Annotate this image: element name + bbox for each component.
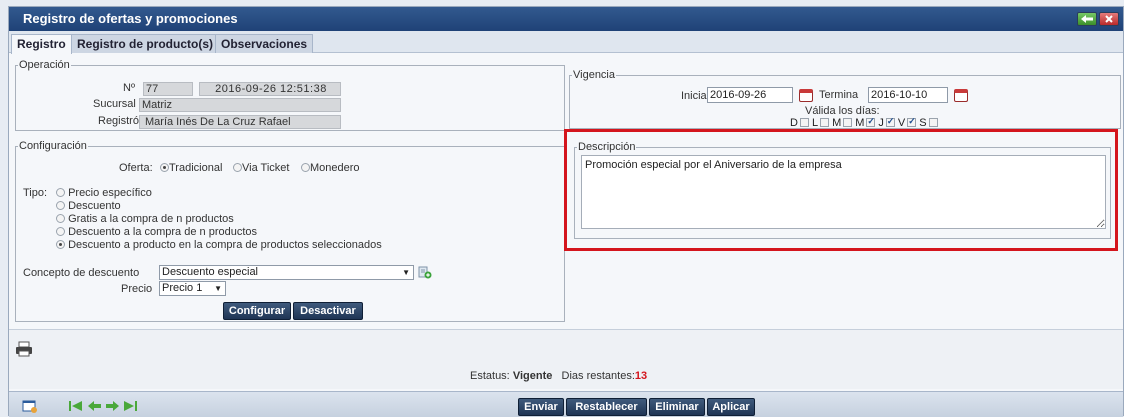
oferta-radio-via-ticket[interactable] — [233, 163, 242, 172]
title-bar: Registro de ofertas y promociones — [9, 7, 1123, 31]
tipo-option-descuento-n[interactable]: Descuento a la compra de n productos — [56, 226, 257, 238]
inicia-date-input[interactable]: 2016-09-26 — [707, 87, 793, 103]
concepto-select[interactable]: Descuento especial ▼ — [159, 265, 414, 280]
dias-checkbox-row: DLMMJVS — [790, 117, 941, 127]
oferta-radio-monedero[interactable] — [301, 163, 310, 172]
operacion-legend: Operación — [19, 59, 70, 71]
concepto-label: Concepto de descuento — [23, 267, 140, 279]
day-checkbox[interactable] — [907, 117, 917, 127]
close-icon[interactable] — [1099, 12, 1119, 26]
precio-label: Precio — [121, 283, 153, 295]
day-label: M — [832, 117, 842, 127]
day-label: J — [878, 117, 884, 127]
day-option[interactable]: S — [919, 117, 938, 127]
tipo-radio[interactable] — [56, 214, 65, 223]
day-label: S — [919, 117, 927, 127]
day-option[interactable]: M — [855, 117, 876, 127]
configurar-button[interactable]: Configurar — [223, 302, 291, 320]
nav-prev-icon[interactable] — [87, 400, 102, 412]
day-option[interactable]: L — [811, 117, 830, 127]
tipo-label: Tipo: — [23, 187, 48, 199]
window-title: Registro de ofertas y promociones — [23, 11, 238, 26]
termina-date-input[interactable]: 2016-10-10 — [868, 87, 948, 103]
tipo-option-descuento[interactable]: Descuento — [56, 200, 121, 212]
day-option[interactable]: D — [790, 117, 809, 127]
precio-select-value: Precio 1 — [162, 282, 203, 294]
printer-icon[interactable] — [15, 341, 33, 357]
day-checkbox[interactable] — [928, 118, 938, 127]
descripcion-legend: Descripción — [578, 141, 636, 153]
chevron-down-icon: ▼ — [402, 268, 410, 277]
registro-label: Registró — [98, 115, 139, 127]
day-checkbox[interactable] — [799, 118, 809, 127]
day-option[interactable]: M — [832, 117, 853, 127]
day-checkbox[interactable] — [820, 118, 830, 127]
fecha-field: 2016-09-26 12:51:38 — [199, 82, 341, 96]
registro-field: María Inés De La Cruz Rafael — [139, 115, 341, 129]
day-checkbox[interactable] — [885, 117, 895, 127]
enviar-button[interactable]: Enviar — [518, 398, 564, 416]
inicia-label: Inicia — [681, 90, 707, 102]
tipo-option-gratis[interactable]: Gratis a la compra de n productos — [56, 213, 234, 225]
nav-next-icon[interactable] — [105, 400, 120, 412]
oferta-label: Oferta: — [119, 162, 153, 174]
dias-restantes-label: Dias restantes: — [561, 370, 635, 382]
eliminar-button[interactable]: Eliminar — [649, 398, 705, 416]
back-arrow-icon[interactable] — [1077, 12, 1097, 26]
add-concept-icon[interactable] — [418, 266, 432, 279]
vigencia-legend: Vigencia — [573, 69, 615, 81]
sucursal-field: Matriz — [139, 98, 341, 112]
day-label: V — [897, 117, 906, 127]
oferta-option-monedero[interactable]: Monedero — [301, 162, 360, 174]
oferta-radio-tradicional[interactable] — [160, 163, 169, 172]
estatus-label: Estatus: — [470, 370, 510, 382]
restablecer-button[interactable]: Restablecer — [566, 398, 647, 416]
day-option[interactable]: V — [897, 117, 917, 127]
desactivar-button[interactable]: Desactivar — [293, 302, 363, 320]
tipo-option-descuento-seleccionados[interactable]: Descuento a producto en la compra de pro… — [56, 239, 382, 251]
day-checkbox[interactable] — [843, 118, 853, 127]
termina-label: Termina — [819, 89, 859, 101]
day-option[interactable]: J — [878, 117, 895, 127]
calendar-icon[interactable] — [954, 89, 968, 102]
oferta-option-via-ticket[interactable]: Via Ticket — [233, 162, 290, 174]
tab-observaciones[interactable]: Observaciones — [215, 34, 314, 53]
dias-restantes-value: 13 — [634, 370, 648, 382]
calendar-icon[interactable] — [799, 89, 813, 102]
tipo-radio[interactable] — [56, 240, 65, 249]
concepto-select-value: Descuento especial — [162, 266, 259, 278]
chevron-down-icon: ▼ — [214, 284, 222, 293]
day-label: L — [811, 117, 819, 127]
oferta-option-tradicional[interactable]: Tradicional — [160, 162, 222, 174]
status-line: Estatus: Vigente Dias restantes:13 — [470, 370, 647, 382]
nav-first-icon[interactable] — [68, 400, 83, 412]
no-label: Nº — [123, 82, 135, 94]
configuracion-legend: Configuración — [19, 140, 87, 152]
tab-registro[interactable]: Registro — [11, 34, 72, 54]
sucursal-label: Sucursal — [93, 98, 136, 110]
precio-select[interactable]: Precio 1 ▼ — [159, 281, 226, 296]
tipo-radio[interactable] — [56, 201, 65, 210]
tab-registro-productos[interactable]: Registro de producto(s) — [71, 34, 220, 53]
valida-dias-label: Válida los días: — [805, 105, 880, 117]
new-record-icon[interactable] — [22, 399, 38, 413]
day-checkbox[interactable] — [866, 117, 876, 127]
registro-ofertas-window: Registro de ofertas y promociones Regist… — [8, 6, 1124, 417]
tab-bar: Registro Registro de producto(s) Observa… — [9, 31, 1123, 54]
day-label: M — [855, 117, 865, 127]
day-label: D — [790, 117, 798, 127]
nav-last-icon[interactable] — [123, 400, 138, 412]
tipo-radio[interactable] — [56, 188, 65, 197]
tipo-radio[interactable] — [56, 227, 65, 236]
estatus-value: Vigente — [512, 370, 553, 382]
descripcion-textarea[interactable]: Promoción especial por el Aniversario de… — [581, 155, 1106, 229]
aplicar-button[interactable]: Aplicar — [707, 398, 755, 416]
no-field: 77 — [143, 82, 193, 96]
tipo-option-precio-especifico[interactable]: Precio específico — [56, 187, 152, 199]
